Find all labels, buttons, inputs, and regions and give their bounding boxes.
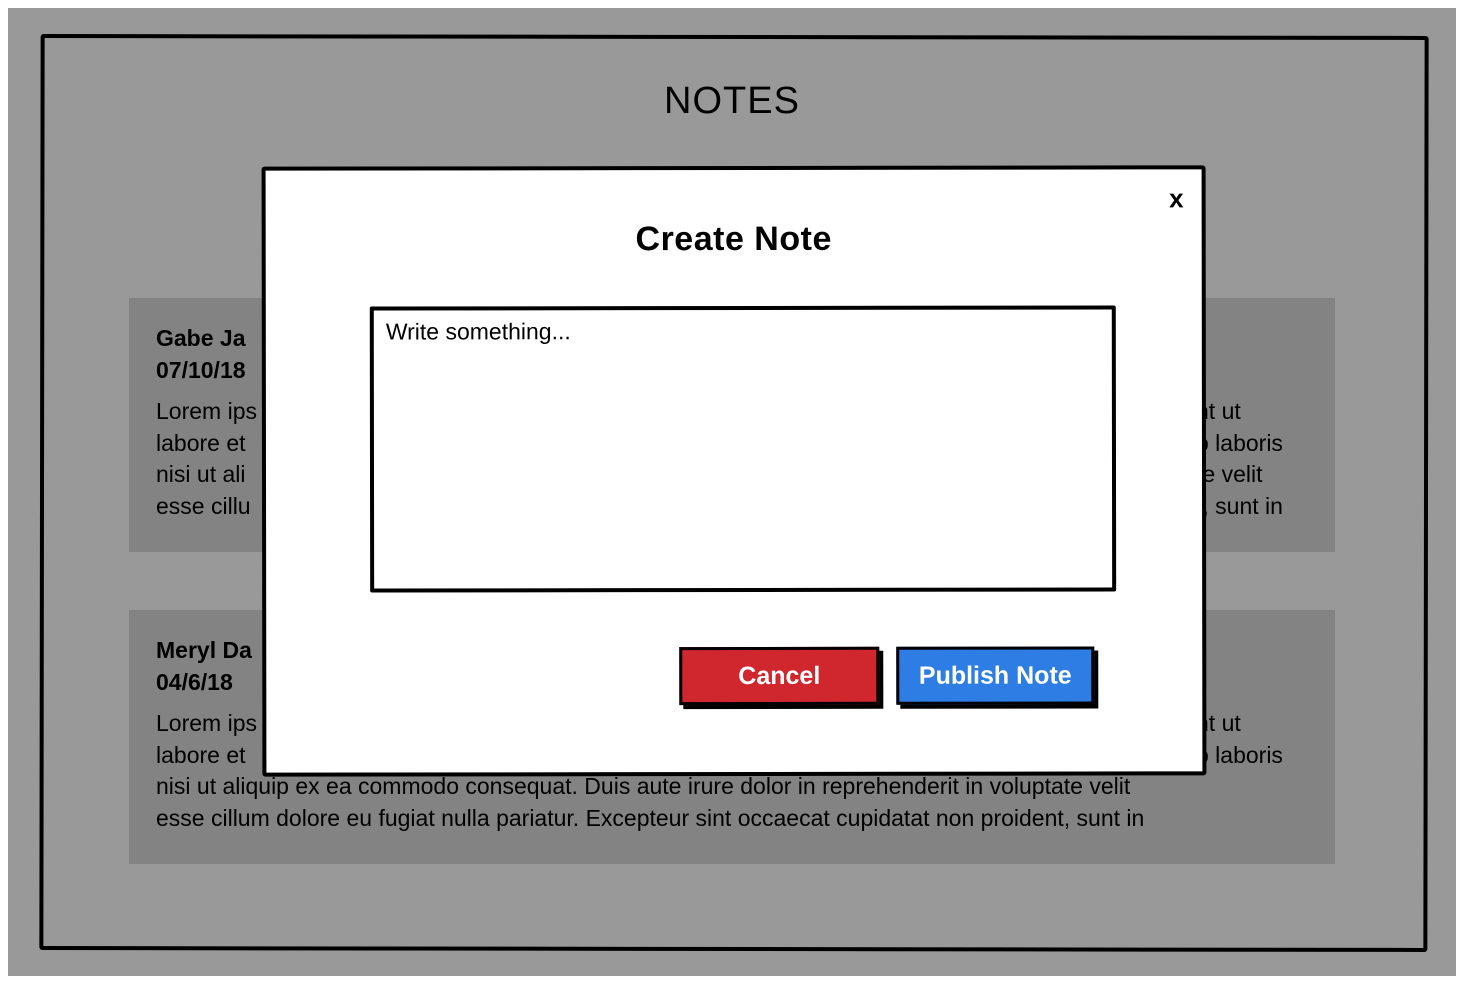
note-line-left: labore et <box>156 429 246 456</box>
publish-note-button[interactable]: Publish Note <box>896 646 1095 705</box>
close-button[interactable]: x <box>1169 183 1184 213</box>
note-line-right: o laboris <box>1196 429 1283 456</box>
note-line-left: nisi ut ali <box>156 461 246 487</box>
note-line-left: labore et <box>156 741 246 768</box>
note-text-input[interactable] <box>369 305 1117 593</box>
note-line-left: Lorem ips <box>156 710 257 736</box>
create-note-dialog: x Create Note Cancel Publish Note <box>261 165 1207 777</box>
dialog-title: Create Note <box>635 219 832 259</box>
cancel-button[interactable]: Cancel <box>679 646 880 706</box>
note-line-left: esse cillu <box>156 492 251 519</box>
note-line-right: o laboris <box>1196 741 1283 768</box>
note-line-full: esse cillum dolore eu fugiat nulla paria… <box>156 804 1145 831</box>
note-line-right: t, sunt in <box>1196 492 1283 519</box>
page-title: NOTES <box>664 80 800 122</box>
note-line-left: Lorem ips <box>156 398 257 424</box>
